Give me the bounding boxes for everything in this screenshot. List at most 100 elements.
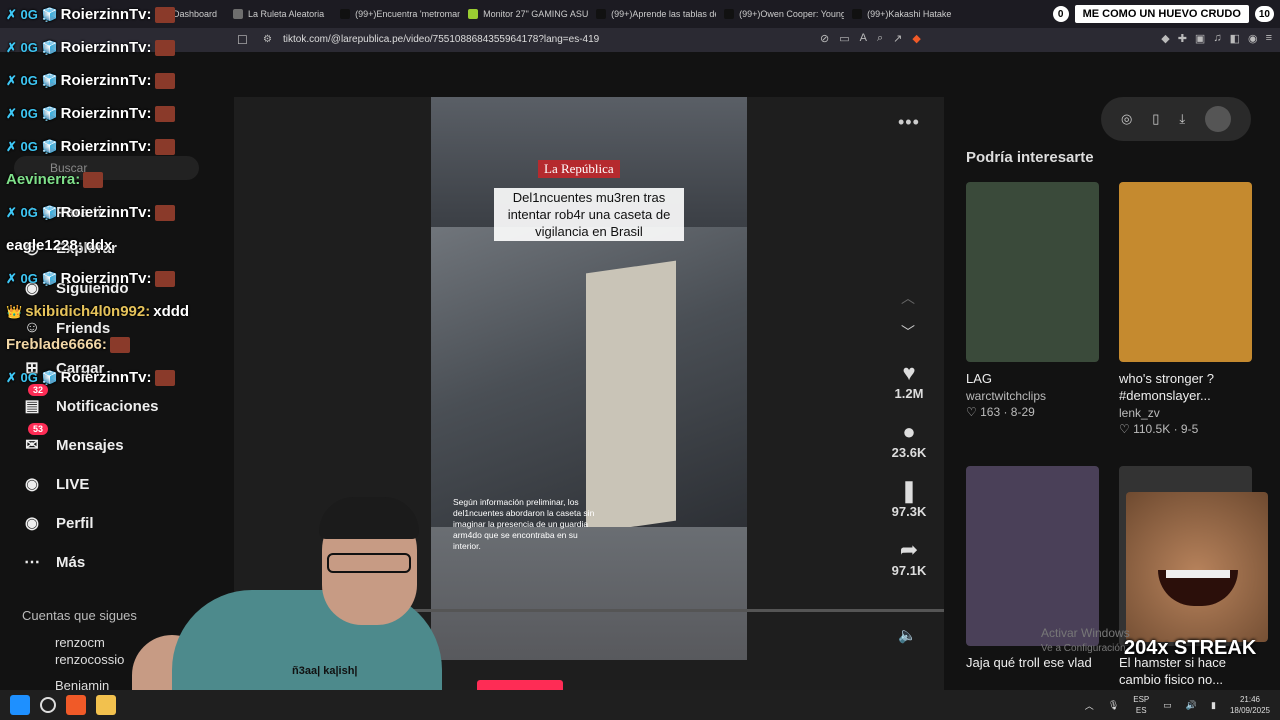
browser-tab[interactable]: La Ruleta Aleatoria <box>225 0 332 28</box>
webcam-overlay: ñ3aa| ka|ish| <box>132 495 450 690</box>
chat-emote <box>154 204 175 221</box>
chat-badges: ✗ 0G 🧊 <box>6 39 58 55</box>
puzzle-icon[interactable]: ✚ <box>1178 32 1187 45</box>
chat-emote <box>154 105 175 122</box>
battery-icon[interactable]: ▮ <box>1211 700 1216 711</box>
chat-emote <box>83 171 104 188</box>
chat-username: RoierzinnTv: <box>60 39 152 56</box>
sidebar-icon[interactable]: ◧ <box>1230 32 1240 45</box>
like-icon: ♥ <box>902 360 916 385</box>
phone-icon[interactable]: ▯ <box>1152 111 1159 127</box>
sidebar-item-notificaciones[interactable]: ▤ 32 Notificaciones <box>20 384 159 418</box>
chat-message: 👑 skibidich4l0n992: xddd <box>6 303 189 320</box>
browser-tab[interactable]: (99+)Kakashi Hatake <box>844 0 959 28</box>
profile-icon: ◉ <box>25 515 39 532</box>
save-button[interactable]: ❚ 97.3K <box>882 478 936 519</box>
chat-message: ✗ 0G 🧊 RoierzinnTv: <box>6 138 175 155</box>
browser-toolbar-icons: ◆ ✚ ▣ ♫ ◧ ◉ ≡ <box>1161 32 1272 45</box>
live-icon: ◉ <box>25 476 39 493</box>
zoom-icon[interactable]: ⌕ <box>877 32 883 45</box>
cast-icon[interactable]: ▭ <box>839 32 849 45</box>
chat-badges: ✗ 0G 🧊 <box>6 105 58 121</box>
site-settings-icon[interactable]: ⚙ <box>263 34 272 45</box>
share-icon: ➦ <box>899 537 919 562</box>
comment-button[interactable]: ● 23.6K <box>882 419 936 460</box>
more-options-icon[interactable]: ••• <box>898 112 920 133</box>
brave-icon[interactable] <box>66 695 86 715</box>
chat-badges: 👑 <box>6 303 23 319</box>
clock[interactable]: 21:46 18/09/2025 <box>1230 694 1270 716</box>
recommended-video[interactable]: LAG warctwitchclips ♡ 163 · 8-29 <box>966 182 1099 419</box>
tab-count-badge[interactable]: 0 <box>1052 6 1069 22</box>
like-button[interactable]: ♥ 1.2M <box>882 360 936 401</box>
video-player[interactable]: La República Del1ncuentes mu3ren tras in… <box>431 97 747 660</box>
tab-count-right[interactable]: 10 <box>1254 6 1274 22</box>
browser-tab[interactable]: Monitor 27" GAMING ASUS <box>460 0 588 28</box>
chat-message: ✗ 0G 🧊 RoierzinnTv: <box>6 270 175 287</box>
video-author: lenk_zv <box>1119 406 1160 420</box>
webcam-glasses <box>327 553 411 573</box>
share-button[interactable]: ➦ 97.1K <box>882 537 936 578</box>
chat-emote <box>154 270 175 287</box>
music-icon[interactable]: ♫ <box>1213 32 1221 45</box>
translate-icon[interactable]: A <box>860 32 867 45</box>
tab-title: Dashboard <box>173 9 218 19</box>
browser-tab[interactable]: (99+)Owen Cooper: Young <box>716 0 844 28</box>
browser-tab[interactable]: (99+)Encuentra 'metroman' <box>332 0 460 28</box>
sidebar-item-label: Notificaciones <box>56 397 159 415</box>
windows-activation-watermark: Activar Windows Ve a Configuración <box>1041 626 1130 656</box>
extension-icon[interactable]: ◆ <box>1161 32 1169 45</box>
browser-tab[interactable]: (99+)Aprende las tablas de <box>588 0 716 28</box>
emote-teeth <box>1166 570 1230 578</box>
windows-start-icon[interactable] <box>10 695 30 715</box>
menu-icon[interactable]: ≡ <box>1266 32 1272 45</box>
video-title: who's stronger ? #demonslayer... <box>1119 371 1214 403</box>
bookmark-icon[interactable]: ☐ <box>237 33 248 47</box>
video-meta: ♡ 163 · 8-29 <box>966 405 1035 419</box>
follow-button[interactable] <box>477 680 563 690</box>
chat-username: RoierzinnTv: <box>60 72 152 89</box>
search-taskbar-icon[interactable] <box>40 697 56 713</box>
chat-badges: ✗ 0G 🧊 <box>6 72 58 88</box>
url-field[interactable]: tiktok.com/@larepublica.pe/video/7551088… <box>283 34 599 45</box>
download-icon[interactable]: ⤓ <box>1179 111 1185 127</box>
reader-icon[interactable]: ⊘ <box>820 32 829 45</box>
recommended-video[interactable]: who's stronger ? #demonslayer... lenk_zv ♡… <box>1119 182 1252 436</box>
inbox-icon: ▤ 32 <box>20 384 49 418</box>
streak-counter: 204x STREAK <box>1124 637 1257 659</box>
chat-badges: ✗ 0G 🧊 <box>6 138 58 154</box>
chat-username: RoierzinnTv: <box>60 6 152 23</box>
address-bar: ☐ ⚙ tiktok.com/@larepublica.pe/video/755… <box>0 28 1280 52</box>
file-explorer-icon[interactable] <box>96 695 116 715</box>
sidebar-item-live[interactable]: ◉ LIVE <box>20 472 89 496</box>
sidebar-item-mensajes[interactable]: ✉ 53 Mensajes <box>20 423 124 457</box>
chevron-up-icon[interactable]: ︿ <box>901 288 915 308</box>
compass-icon[interactable]: ◎ <box>1121 111 1132 127</box>
sidebar-item-perfil[interactable]: ◉ Perfil <box>20 511 94 535</box>
tray-chevron-icon[interactable]: ︿ <box>1085 699 1094 712</box>
share-count: 97.1K <box>891 563 927 578</box>
followed-account[interactable]: renzocm renzocossio <box>55 634 124 668</box>
tab-title: (99+)Encuentra 'metroman' <box>355 9 461 19</box>
volume-icon[interactable]: 🔈 <box>898 626 917 644</box>
chat-badges: ✗ 0G 🧊 <box>6 6 58 22</box>
chevron-down-icon[interactable]: ﹀ <box>901 322 915 342</box>
chat-username: skibidich4l0n992: <box>25 303 151 320</box>
chat-message: ✗ 0G 🧊 RoierzinnTv: <box>6 369 175 386</box>
user-avatar[interactable] <box>1205 106 1232 132</box>
wallet-icon[interactable]: ▣ <box>1195 32 1205 45</box>
following-heading: Cuentas que sigues <box>22 608 137 623</box>
share-icon[interactable]: ↗ <box>893 32 902 45</box>
sidebar-item-más[interactable]: ⋯ Más <box>20 550 85 574</box>
network-icon[interactable]: ▭ <box>1163 700 1172 711</box>
speaker-icon[interactable]: 🔊 <box>1186 700 1197 711</box>
video-thumbnail <box>966 466 1099 646</box>
browser-tab-bar: Dashboard La Ruleta Aleatoria (99+)Encuent… <box>0 0 1280 28</box>
chat-message: ✗ 0G 🧊 RoierzinnTv: <box>6 39 175 56</box>
more-icon: ⋯ <box>24 554 40 571</box>
shield-icon[interactable]: ◆ <box>912 32 920 45</box>
mic-icon[interactable]: 🎙 <box>1108 700 1119 711</box>
vpn-icon[interactable]: ◉ <box>1248 32 1258 45</box>
video-thumbnail <box>966 182 1099 362</box>
language-indicator[interactable]: ESP ES <box>1133 694 1149 716</box>
